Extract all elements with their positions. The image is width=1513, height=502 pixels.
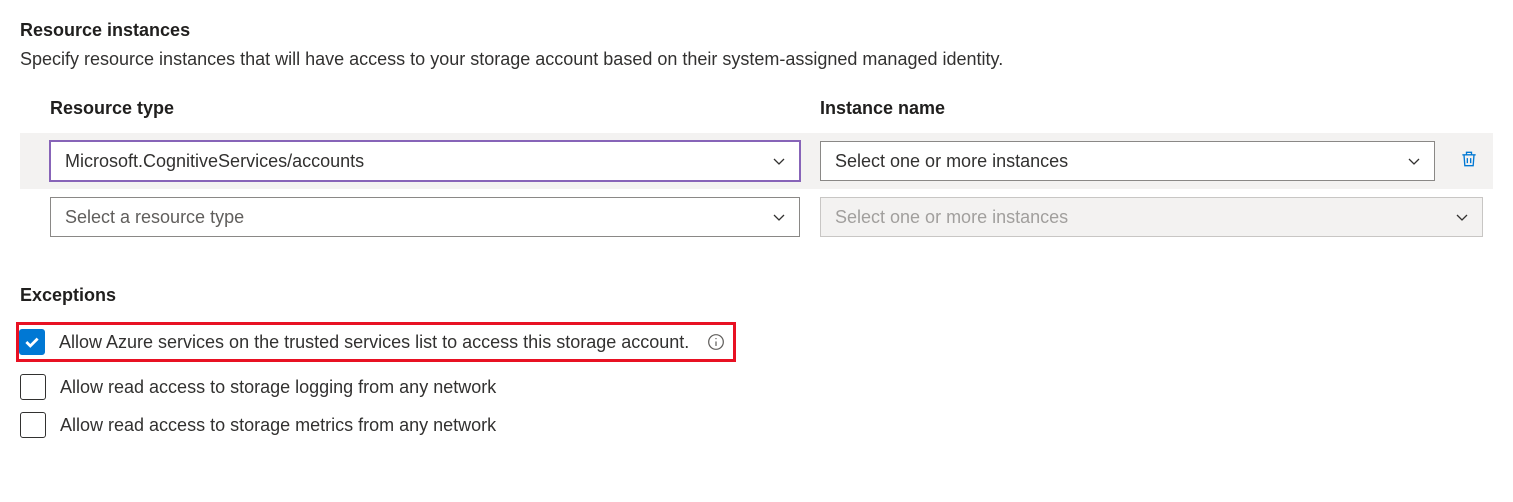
exception-checkbox[interactable] — [20, 412, 46, 438]
table-row: Select a resource type Select one or more… — [20, 189, 1493, 245]
table-rows: Microsoft.CognitiveServices/accounts Sele… — [20, 133, 1493, 245]
table-headers: Resource type Instance name — [20, 98, 1493, 133]
chevron-down-icon — [1454, 209, 1470, 225]
exception-row: Allow read access to storage logging fro… — [20, 368, 1493, 406]
exceptions-list: Allow Azure services on the trusted serv… — [20, 316, 1493, 444]
instance-name-dropdown[interactable]: Select one or more instances — [820, 141, 1435, 181]
resource-type-value: Microsoft.CognitiveServices/accounts — [65, 151, 364, 172]
info-icon[interactable] — [707, 333, 725, 351]
resource-instances-table: Resource type Instance name Microsoft.Co… — [20, 98, 1493, 245]
exception-row: Allow read access to storage metrics fro… — [20, 406, 1493, 444]
exception-label: Allow read access to storage logging fro… — [60, 377, 496, 398]
resource-type-dropdown[interactable]: Microsoft.CognitiveServices/accounts — [50, 141, 800, 181]
chevron-down-icon — [1406, 153, 1422, 169]
exceptions-section: Exceptions Allow Azure services on the t… — [20, 285, 1493, 444]
resource-type-dropdown[interactable]: Select a resource type — [50, 197, 800, 237]
header-instance-name: Instance name — [820, 98, 1493, 119]
chevron-down-icon — [771, 209, 787, 225]
resource-instances-title: Resource instances — [20, 20, 1493, 41]
highlighted-exception: Allow Azure services on the trusted serv… — [16, 322, 736, 362]
trash-icon — [1459, 148, 1479, 174]
header-resource-type: Resource type — [50, 98, 800, 119]
exception-checkbox[interactable] — [20, 374, 46, 400]
chevron-down-icon — [771, 153, 787, 169]
exception-checkbox[interactable] — [19, 329, 45, 355]
exception-row: Allow Azure services on the trusted serv… — [20, 316, 1493, 368]
table-row: Microsoft.CognitiveServices/accounts Sele… — [20, 133, 1493, 189]
exception-label: Allow Azure services on the trusted serv… — [59, 332, 689, 353]
instance-name-value: Select one or more instances — [835, 207, 1068, 228]
resource-instances-section: Resource instances Specify resource inst… — [20, 20, 1493, 245]
instance-name-value: Select one or more instances — [835, 151, 1068, 172]
delete-row-button[interactable] — [1455, 147, 1483, 175]
instance-name-dropdown: Select one or more instances — [820, 197, 1483, 237]
resource-type-value: Select a resource type — [65, 207, 244, 228]
exceptions-title: Exceptions — [20, 285, 1493, 306]
exception-label: Allow read access to storage metrics fro… — [60, 415, 496, 436]
resource-instances-description: Specify resource instances that will hav… — [20, 49, 1493, 70]
